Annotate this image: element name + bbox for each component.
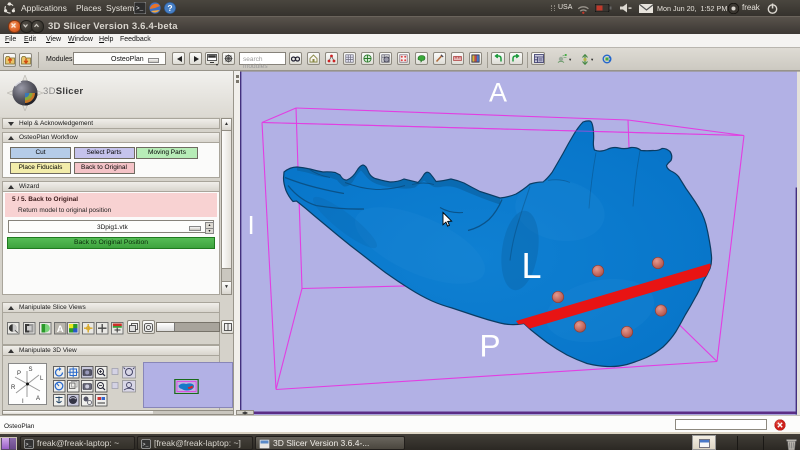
- svg-text:A: A: [57, 324, 64, 335]
- svg-text:?: ?: [167, 3, 172, 13]
- svg-text:A: A: [36, 396, 40, 402]
- svg-text:>_: >_: [26, 442, 33, 448]
- svg-text:P: P: [480, 327, 501, 363]
- svg-text:A: A: [489, 77, 507, 107]
- svg-text:R: R: [11, 385, 16, 391]
- svg-text:S: S: [29, 367, 33, 373]
- svg-text:>_: >_: [136, 5, 144, 12]
- svg-text:I: I: [248, 210, 255, 240]
- svg-text:L: L: [522, 245, 542, 286]
- svg-text:>_: >_: [143, 442, 150, 448]
- svg-text:P: P: [17, 371, 21, 377]
